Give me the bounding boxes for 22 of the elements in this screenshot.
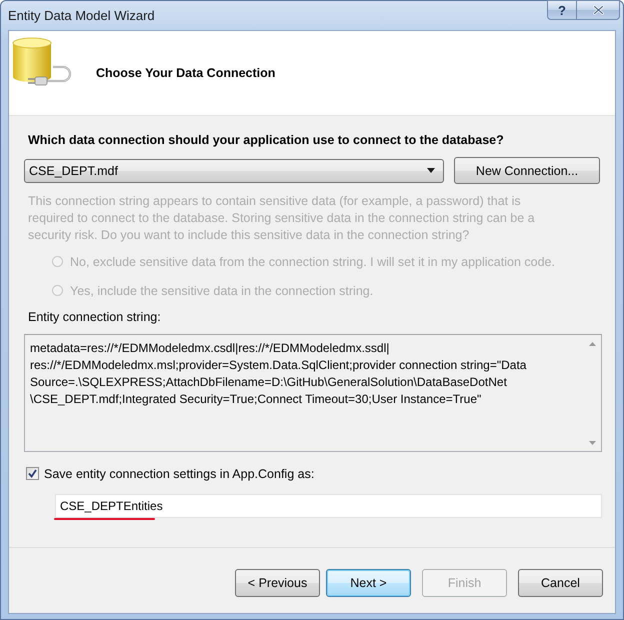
checkbox[interactable]: [26, 467, 39, 480]
window-title: Entity Data Model Wizard: [8, 8, 155, 23]
close-icon: [592, 5, 604, 15]
sensitive-data-note: This connection string appears to contain sensitive data (for example, a password) that is required to connect to the database. Storing sensitive data in the connection string can be a security risk. Do you want to include this sensitive data in the connection string?: [28, 193, 536, 244]
help-button[interactable]: ?: [547, 0, 576, 20]
scroll-down-icon: [589, 441, 596, 445]
wizard-button[interactable]: < Previous: [235, 569, 320, 597]
caret-down-icon: [427, 168, 435, 173]
connection-dropdown[interactable]: CSE_DEPT.mdf: [24, 158, 444, 182]
radio-label: Yes, include the sensitive data in the connection string.: [70, 284, 374, 298]
scroll-up-icon: [589, 342, 596, 346]
page-title: Choose Your Data Connection: [96, 66, 276, 80]
entity-name-field[interactable]: CSE_DEPTEntities: [55, 494, 602, 518]
close-button[interactable]: [576, 0, 620, 20]
radio-label: No, exclude sensitive data from the connection string. I will set it in my application code.: [70, 254, 555, 268]
question-text: Which data connection should your application use to connect to the database?: [28, 132, 504, 148]
checkbox-label: Save entity connection settings in App.Config as:: [44, 466, 314, 480]
new-connection-button[interactable]: New Connection...: [454, 157, 600, 184]
connection-string-field[interactable]: metadata=res://*/EDMModeledmx.csdl|res://*/EDMModeledmx.ssdl| res://*/EDMModeledmx.msl;provider=System.Data.SqlClient;provider connection string="Data Source=.\SQLEXPRESS;AttachDbFilename=D:\GitHub\GeneralSolution\DataBaseDotNet \CSE_DEPT.mdf;Integrated Security=True;Connect Timeout=30;User Instance=True": [24, 334, 602, 452]
field-label: Entity connection string:: [28, 309, 161, 326]
wizard-button[interactable]: Next >: [326, 569, 411, 597]
wizard-button[interactable]: Cancel: [518, 569, 603, 597]
